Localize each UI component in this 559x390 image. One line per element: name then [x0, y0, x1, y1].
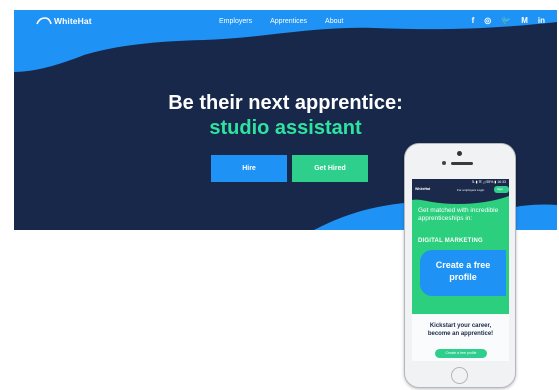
- kickstart-line-2: become an apprentice!: [427, 331, 494, 337]
- phone-screen: ⇅ ▮ ☰ ◿ 55% ▮ 16:33 WhiteHat For employe…: [412, 179, 509, 361]
- phone-speaker: [451, 162, 473, 165]
- get-hired-button[interactable]: Get Hired: [292, 155, 368, 182]
- logo-text: WhiteHat: [54, 16, 92, 26]
- facebook-icon[interactable]: f: [472, 16, 475, 25]
- phone-mockup: ⇅ ▮ ☰ ◿ 55% ▮ 16:33 WhiteHat For employe…: [404, 143, 516, 388]
- mobile-kickstart-section: Kickstart your career, become an apprenti…: [412, 314, 509, 361]
- mobile-create-free-profile-button[interactable]: Create a free profile: [435, 349, 487, 358]
- instagram-icon[interactable]: ◎: [484, 16, 491, 25]
- mobile-create-profile-button[interactable]: Create a free profile: [420, 250, 506, 296]
- phone-home-button[interactable]: [451, 367, 468, 384]
- twitter-icon[interactable]: 🐦: [501, 16, 511, 25]
- mobile-wave: [412, 194, 509, 204]
- hire-button[interactable]: Hire: [211, 155, 287, 182]
- hero-subheadline: studio assistant: [209, 117, 362, 139]
- mobile-create-profile-label: Create a free profile: [420, 259, 506, 283]
- phone-sensor: [442, 161, 446, 165]
- phone-camera: [457, 151, 462, 156]
- nav-apprentices[interactable]: Apprentices: [270, 18, 307, 25]
- mobile-signup-button[interactable]: Sign up: [494, 186, 509, 198]
- nav-links: Employers Apprentices About: [219, 18, 343, 25]
- nav-about[interactable]: About: [325, 18, 343, 25]
- logo[interactable]: WhiteHat: [36, 16, 92, 26]
- mobile-nav-links[interactable]: For employers Login: [457, 188, 484, 192]
- linkedin-icon[interactable]: in: [538, 16, 545, 25]
- mobile-kickstart-text: Kickstart your career, become an apprenti…: [412, 322, 509, 338]
- cta-line-2: profile: [449, 272, 477, 282]
- cta-line-1: Create a free: [435, 260, 491, 270]
- kickstart-line-1: Kickstart your career,: [429, 323, 492, 329]
- mobile-intro-text: Get matched with incredible apprenticesh…: [418, 207, 499, 222]
- top-navigation: WhiteHat Employers Apprentices About f ◎…: [14, 10, 557, 36]
- nav-employers[interactable]: Employers: [219, 18, 252, 25]
- social-links: f ◎ 🐦 M in: [472, 16, 545, 25]
- mobile-navigation: WhiteHat For employers Login Sign up: [412, 185, 509, 198]
- whitehat-logo-icon: [36, 17, 52, 25]
- mobile-logo[interactable]: WhiteHat: [415, 187, 430, 191]
- hero-headline: Be their next apprentice:: [168, 92, 403, 114]
- medium-icon[interactable]: M: [521, 16, 528, 25]
- mobile-category: DIGITAL MARKETING: [418, 238, 483, 244]
